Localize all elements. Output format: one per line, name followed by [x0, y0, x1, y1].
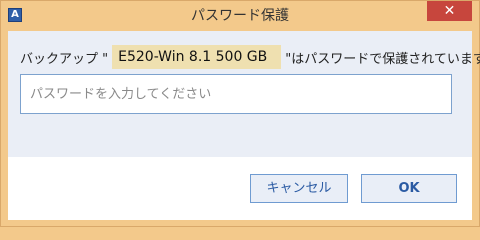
- cancel-button[interactable]: キャンセル: [250, 174, 348, 203]
- ok-button[interactable]: OK: [361, 174, 457, 203]
- dialog-body: バックアップ " E520-Win 8.1 500 GB "はパスワードで保護さ…: [8, 31, 480, 220]
- message-suffix: "はパスワードで保護されています。: [285, 51, 480, 67]
- title-bar[interactable]: A パスワード保護 ✕: [1, 1, 479, 31]
- dialog-title: パスワード保護: [191, 8, 289, 24]
- message-prefix: バックアップ ": [20, 51, 109, 67]
- close-icon: ✕: [443, 3, 456, 19]
- password-input[interactable]: [20, 74, 452, 114]
- protection-message: バックアップ " E520-Win 8.1 500 GB "はパスワードで保護さ…: [20, 44, 480, 70]
- content-panel: バックアップ " E520-Win 8.1 500 GB "はパスワードで保護さ…: [8, 31, 480, 157]
- close-button[interactable]: ✕: [427, 1, 472, 21]
- backup-name-label: E520-Win 8.1 500 GB: [112, 45, 282, 69]
- password-protection-dialog: A パスワード保護 ✕ バックアップ " E520-Win 8.1 500 GB…: [0, 0, 480, 227]
